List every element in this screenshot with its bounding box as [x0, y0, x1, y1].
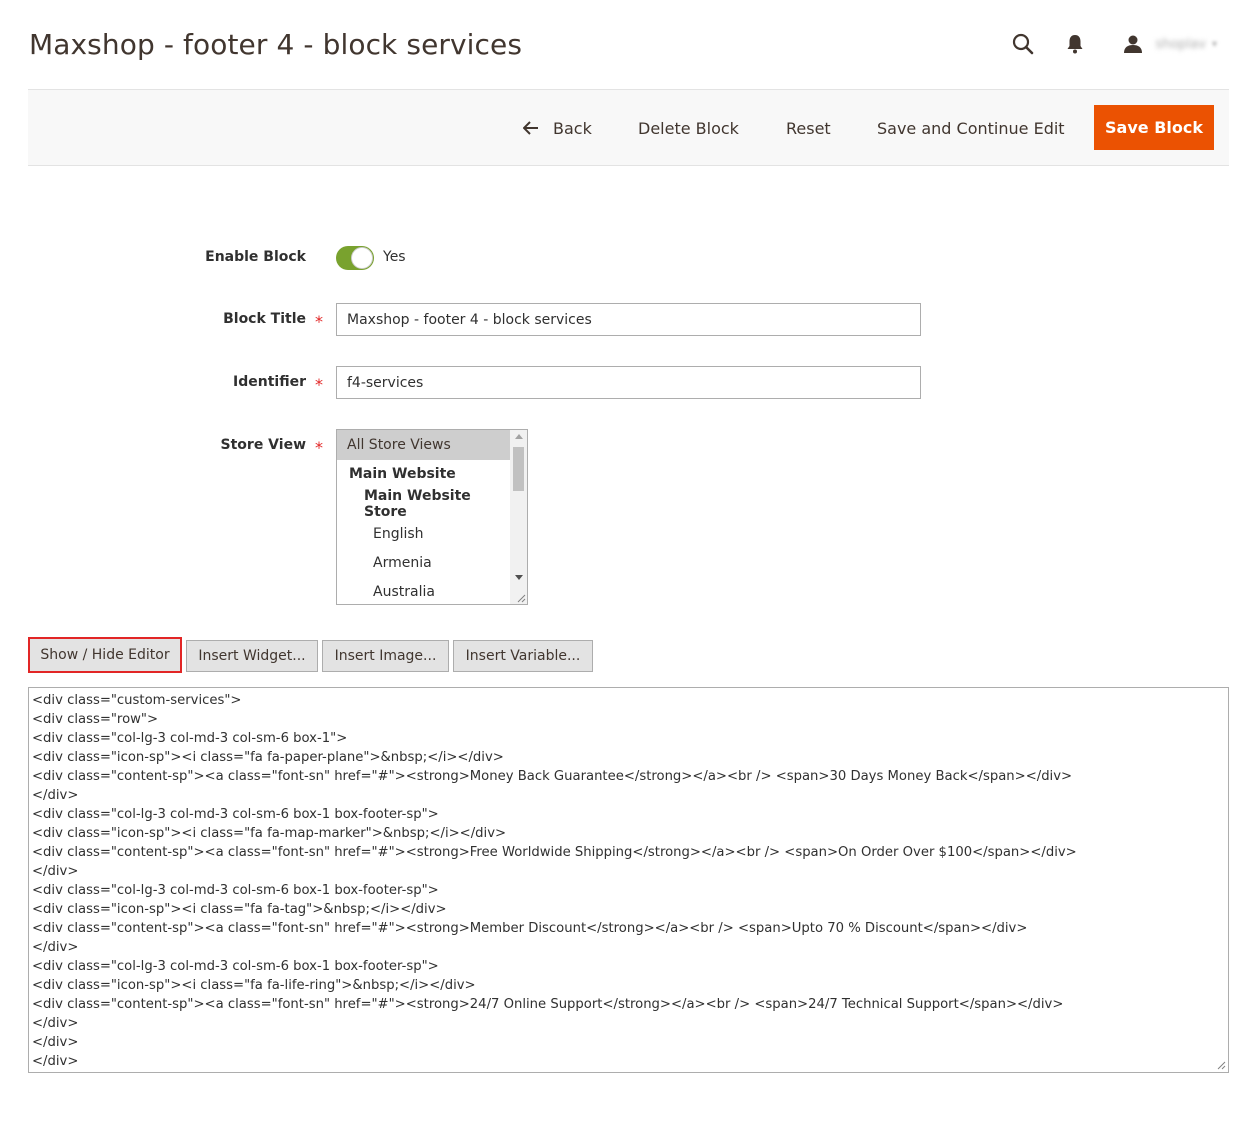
identifier-input[interactable]: f4-services — [336, 366, 921, 399]
resize-handle-icon[interactable] — [1216, 1060, 1226, 1070]
user-icon — [1119, 30, 1147, 58]
insert-widget-button[interactable]: Insert Widget... — [186, 640, 318, 672]
delete-block-button[interactable]: Delete Block — [638, 105, 739, 151]
store-view-option-armenia[interactable]: Armenia — [337, 548, 511, 578]
store-view-scrollbar[interactable] — [510, 430, 527, 604]
page-title: Maxshop - footer 4 - block services — [29, 28, 523, 61]
scroll-up-icon[interactable] — [515, 434, 523, 439]
save-block-button[interactable]: Save Block — [1094, 105, 1214, 150]
identifier-label: Identifier — [233, 374, 306, 390]
user-name: shoplav — [1155, 36, 1206, 52]
user-menu[interactable]: shoplav ▾ — [1119, 30, 1217, 58]
action-toolbar: Back Delete Block Reset Save and Continu… — [28, 89, 1229, 166]
store-view-label: Store View — [220, 437, 306, 453]
scroll-thumb[interactable] — [513, 447, 524, 491]
insert-image-button[interactable]: Insert Image... — [322, 640, 449, 672]
store-view-option-english[interactable]: English — [337, 519, 511, 549]
bell-icon[interactable] — [1061, 30, 1089, 58]
required-mark: * — [315, 438, 323, 457]
content-textarea[interactable]: <div class="custom-services"> <div class… — [28, 687, 1229, 1073]
store-view-option-all[interactable]: All Store Views — [337, 430, 511, 460]
scroll-down-icon[interactable] — [515, 575, 523, 580]
required-mark: * — [315, 375, 323, 394]
back-label: Back — [553, 118, 592, 138]
store-view-option-store[interactable]: Main Website Store — [337, 488, 511, 520]
store-view-option-australia[interactable]: Australia — [337, 577, 511, 604]
block-title-input[interactable]: Maxshop - footer 4 - block services — [336, 303, 921, 336]
header-actions: shoplav ▾ — [1009, 30, 1217, 58]
required-mark: * — [315, 312, 323, 331]
enable-block-label: Enable Block — [205, 249, 306, 265]
store-view-option-website[interactable]: Main Website — [337, 459, 511, 489]
block-title-label: Block Title — [223, 311, 306, 327]
save-and-continue-button[interactable]: Save and Continue Edit — [877, 105, 1065, 151]
search-icon[interactable] — [1009, 30, 1037, 58]
show-hide-editor-button[interactable]: Show / Hide Editor — [28, 637, 182, 673]
toggle-knob — [351, 247, 373, 269]
store-view-multiselect[interactable]: All Store Views Main Website Main Websit… — [336, 429, 528, 605]
chevron-down-icon: ▾ — [1211, 38, 1217, 50]
reset-button[interactable]: Reset — [786, 105, 831, 151]
resize-handle-icon[interactable] — [516, 593, 526, 603]
insert-variable-button[interactable]: Insert Variable... — [453, 640, 593, 672]
arrow-left-icon — [523, 121, 538, 135]
back-button[interactable]: Back — [523, 105, 592, 151]
enable-block-value: Yes — [383, 249, 406, 265]
enable-block-toggle[interactable] — [336, 246, 374, 270]
